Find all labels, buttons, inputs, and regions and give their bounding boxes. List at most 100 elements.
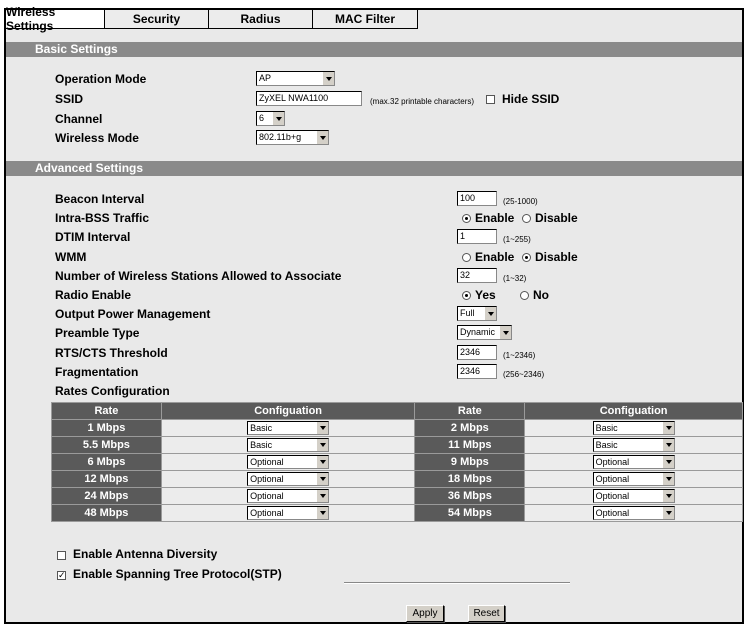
radio-enable-label: Radio Enable — [55, 288, 132, 302]
rate-config-select[interactable]: Optional — [247, 472, 330, 486]
stations-label: Number of Wireless Stations Allowed to A… — [55, 269, 342, 283]
rate-config-select[interactable]: Optional — [592, 472, 675, 486]
beacon-interval-label: Beacon Interval — [55, 192, 145, 206]
chevron-down-icon — [661, 456, 674, 468]
wmm-disable-label: Disable — [535, 250, 578, 264]
wmm-label: WMM — [55, 250, 87, 264]
rate-cell: 2 Mbps — [414, 419, 526, 437]
dtim-interval-hint: (1~255) — [503, 235, 531, 244]
radio-yes-radio[interactable] — [462, 291, 471, 300]
tab-mac-filter[interactable]: MAC Filter — [313, 10, 418, 28]
preamble-type-select[interactable]: Dynamic — [457, 325, 512, 340]
tab-radius[interactable]: Radius — [209, 10, 313, 28]
rate-config-select[interactable]: Basic — [592, 421, 675, 435]
rate-config-value: Optional — [250, 491, 284, 501]
output-power-label: Output Power Management — [55, 307, 211, 321]
hide-ssid-label: Hide SSID — [502, 92, 560, 106]
dtim-interval-input[interactable]: 1 — [457, 229, 497, 244]
fragmentation-input[interactable]: 2346 — [457, 364, 497, 379]
rate-config-select[interactable]: Optional — [247, 455, 330, 469]
rate-config-value: Optional — [595, 474, 630, 484]
operation-mode-select[interactable]: AP — [256, 71, 335, 86]
stp-checkbox[interactable]: ✓ — [57, 571, 66, 580]
radio-yes-label: Yes — [475, 288, 496, 302]
rate-config-select[interactable]: Optional — [247, 506, 330, 520]
wmm-enable-radio[interactable] — [462, 253, 471, 262]
chevron-down-icon — [484, 307, 496, 320]
rate-config-select[interactable]: Basic — [592, 438, 675, 452]
rate-config-select[interactable]: Optional — [247, 489, 330, 503]
rate-config-select[interactable]: Basic — [247, 421, 330, 435]
wireless-mode-select[interactable]: 802.11b+g — [256, 130, 329, 145]
rate-config-value: Basic — [250, 440, 273, 450]
config-cell: Optional — [160, 470, 416, 488]
tab-security[interactable]: Security — [105, 10, 209, 28]
fragmentation-hint: (256~2346) — [503, 370, 545, 379]
chevron-down-icon — [316, 422, 329, 434]
rate-cell: 36 Mbps — [414, 487, 526, 505]
config-cell: Optional — [524, 453, 743, 471]
apply-button[interactable]: Apply — [406, 605, 444, 622]
rate-config-value: Basic — [595, 440, 618, 450]
chevron-down-icon — [316, 473, 329, 485]
chevron-down-icon — [661, 422, 674, 434]
intra-bss-enable-label: Enable — [475, 211, 515, 225]
rates-table: Rate Configuation Rate Configuation 1 Mb… — [51, 402, 743, 522]
chevron-down-icon — [661, 439, 674, 451]
rts-cts-input[interactable]: 2346 — [457, 345, 497, 360]
beacon-interval-input[interactable]: 100 — [457, 191, 497, 206]
config-cell: Optional — [524, 487, 743, 505]
rate-config-select[interactable]: Optional — [592, 506, 675, 520]
chevron-down-icon — [316, 507, 329, 519]
column-header-rate: Rate — [414, 402, 526, 420]
chevron-down-icon — [661, 473, 674, 485]
rate-config-select[interactable]: Optional — [592, 455, 675, 469]
preamble-type-label: Preamble Type — [55, 326, 140, 340]
channel-select[interactable]: 6 — [256, 111, 285, 126]
tab-bar: Wireless Settings Security Radius MAC Fi… — [6, 5, 418, 33]
chevron-down-icon — [316, 490, 329, 502]
ssid-input[interactable]: ZyXEL NWA1100 — [256, 91, 362, 106]
config-cell: Optional — [524, 470, 743, 488]
rate-cell: 6 Mbps — [51, 453, 162, 471]
rate-config-value: Optional — [250, 457, 284, 467]
radio-no-radio[interactable] — [520, 291, 529, 300]
config-cell: Basic — [524, 436, 743, 454]
config-cell: Optional — [160, 487, 416, 505]
intra-bss-disable-label: Disable — [535, 211, 578, 225]
config-cell: Basic — [160, 419, 416, 437]
rate-config-select[interactable]: Basic — [247, 438, 330, 452]
antenna-diversity-checkbox[interactable] — [57, 551, 66, 560]
reset-button[interactable]: Reset — [468, 605, 505, 622]
rates-configuration-label: Rates Configuration — [55, 384, 170, 398]
hide-ssid-checkbox[interactable] — [486, 95, 495, 104]
config-cell: Basic — [524, 419, 743, 437]
operation-mode-label: Operation Mode — [55, 72, 147, 86]
rate-config-select[interactable]: Optional — [592, 489, 675, 503]
table-row: 1 Mbps Basic 2 Mbps Basic — [51, 419, 743, 437]
table-row: 12 Mbps Optional 18 Mbps Optional — [51, 470, 743, 488]
stp-label: Enable Spanning Tree Protocol(STP) — [73, 567, 282, 581]
wmm-enable-label: Enable — [475, 250, 515, 264]
tab-wireless-settings[interactable]: Wireless Settings — [6, 5, 105, 33]
table-row: 6 Mbps Optional 9 Mbps Optional — [51, 453, 743, 471]
rate-cell: 12 Mbps — [51, 470, 162, 488]
chevron-down-icon — [316, 439, 329, 451]
intra-bss-enable-radio[interactable] — [462, 214, 471, 223]
chevron-down-icon — [316, 456, 329, 468]
stations-input[interactable]: 32 — [457, 268, 497, 283]
chevron-down-icon — [661, 490, 674, 502]
radio-no-label: No — [533, 288, 549, 302]
config-cell: Optional — [160, 504, 416, 522]
ssid-label: SSID — [55, 92, 84, 106]
wmm-disable-radio[interactable] — [522, 253, 531, 262]
table-row: 5.5 Mbps Basic 11 Mbps Basic — [51, 436, 743, 454]
rate-cell: 48 Mbps — [51, 504, 162, 522]
rate-cell: 54 Mbps — [414, 504, 526, 522]
config-cell: Optional — [524, 504, 743, 522]
rate-config-value: Optional — [595, 508, 630, 518]
intra-bss-disable-radio[interactable] — [522, 214, 531, 223]
advanced-settings-header: Advanced Settings — [6, 161, 742, 176]
output-power-select[interactable]: Full — [457, 306, 497, 321]
output-power-value: Full — [460, 308, 475, 318]
